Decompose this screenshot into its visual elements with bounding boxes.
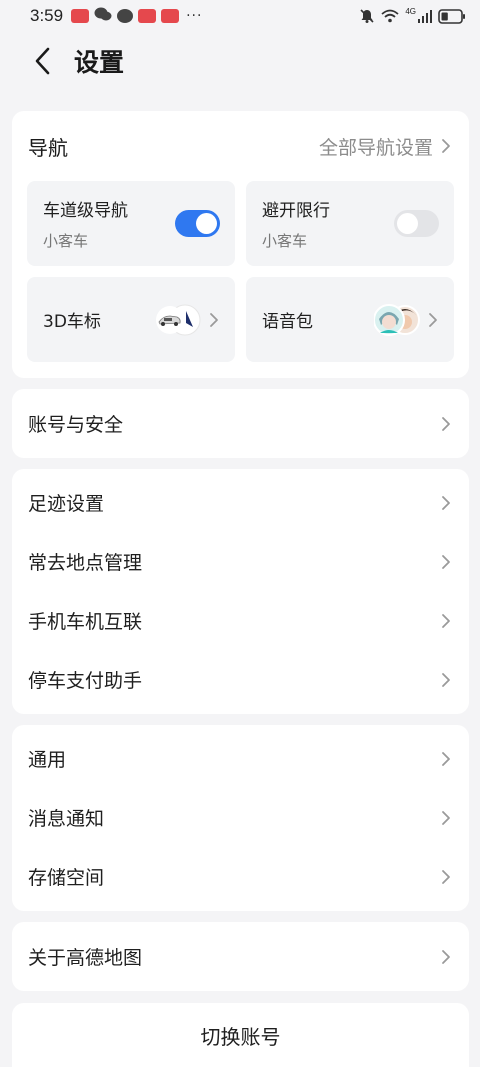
chevron-right-icon: [442, 554, 450, 569]
navigation-tiles: 车道级导航 小客车 避开限行 小客车 3D车标 语音包: [12, 181, 469, 362]
chevron-right-icon: [442, 672, 450, 687]
tile-voice-pack[interactable]: 语音包: [246, 277, 454, 362]
menu-item-label: 关于高德地图: [28, 947, 143, 969]
battery-icon: [438, 8, 466, 24]
tile-sublabel: 小客车: [262, 232, 308, 250]
menu-item-label: 存储空间: [28, 867, 105, 889]
menu-item-label: 消息通知: [28, 808, 105, 830]
menu-item-phone-car-link[interactable]: 手机车机互联: [12, 591, 469, 650]
switch-account-label: 切换账号: [200, 1024, 281, 1049]
toggle-knob: [196, 213, 217, 234]
page-header: 设置: [0, 36, 480, 86]
message-icon: [117, 9, 134, 23]
chevron-right-icon: [442, 139, 450, 153]
tile-label: 3D车标: [43, 312, 101, 332]
status-time: 3:59: [30, 6, 64, 25]
all-navigation-settings-link[interactable]: 全部导航设置: [319, 133, 433, 160]
status-bar: 3:59 ··· 4G: [0, 0, 480, 32]
voice-avatar-icon: [374, 303, 420, 336]
tile-label: 车道级导航: [43, 201, 128, 221]
chevron-right-icon: [442, 613, 450, 628]
menu-item-label: 停车支付助手: [28, 670, 143, 692]
menu-item-footprint-settings[interactable]: 足迹设置: [12, 473, 469, 532]
mute-icon: [359, 8, 375, 24]
tile-lane-navigation[interactable]: 车道级导航 小客车: [27, 181, 235, 266]
chevron-right-icon: [442, 810, 450, 825]
general-card: 通用 消息通知 存储空间: [12, 725, 469, 911]
chevron-right-icon: [442, 869, 450, 884]
wechat-icon: [94, 7, 112, 26]
tile-avoid-restriction[interactable]: 避开限行 小客车: [246, 181, 454, 266]
chevron-right-icon: [210, 312, 218, 327]
toggle-knob: [397, 213, 418, 234]
car-marker-icon: [156, 304, 201, 335]
navigation-header: 导航 全部导航设置: [12, 111, 469, 181]
records-card: 足迹设置 常去地点管理 手机车机互联 停车支付助手: [12, 469, 469, 714]
menu-item-notifications[interactable]: 消息通知: [12, 788, 469, 847]
menu-item-parking-payment[interactable]: 停车支付助手: [12, 650, 469, 709]
chevron-right-icon: [442, 416, 450, 431]
tile-label: 语音包: [262, 312, 313, 332]
menu-item-frequent-places[interactable]: 常去地点管理: [12, 532, 469, 591]
account-card: 账号与安全: [12, 389, 469, 458]
menu-item-label: 通用: [28, 749, 67, 771]
menu-item-label: 手机车机互联: [28, 611, 143, 633]
more-notifications-icon: ···: [186, 8, 203, 24]
tile-3d-car-marker[interactable]: 3D车标: [27, 277, 235, 362]
app-icon: [71, 9, 90, 23]
menu-item-label: 账号与安全: [28, 414, 124, 436]
menu-item-storage[interactable]: 存储空间: [12, 847, 469, 906]
notification-icons: ···: [71, 7, 202, 26]
menu-item-label: 常去地点管理: [28, 552, 143, 574]
tile-label: 避开限行: [262, 201, 330, 221]
app-icon: [138, 9, 157, 23]
chevron-left-icon: [35, 47, 50, 75]
lane-navigation-toggle[interactable]: [175, 210, 220, 237]
chevron-right-icon: [429, 312, 437, 327]
page-title: 设置: [74, 48, 125, 77]
about-card: 关于高德地图: [12, 922, 469, 991]
navigation-title: 导航: [28, 135, 68, 160]
signal-icon: [418, 9, 432, 23]
chevron-right-icon: [442, 495, 450, 510]
menu-item-about[interactable]: 关于高德地图: [12, 922, 469, 991]
chevron-right-icon: [442, 751, 450, 766]
wifi-icon: [381, 9, 399, 23]
back-button[interactable]: [24, 41, 60, 81]
system-icons: 4G: [359, 6, 466, 24]
menu-item-general[interactable]: 通用: [12, 729, 469, 788]
app-icon: [161, 9, 180, 23]
menu-item-account-security[interactable]: 账号与安全: [12, 389, 469, 458]
chevron-right-icon: [442, 949, 450, 964]
navigation-card: 导航 全部导航设置 车道级导航 小客车 避开限行 小客车 3D车标 语音包: [12, 111, 469, 378]
switch-account-button[interactable]: 切换账号: [12, 1003, 469, 1067]
tile-sublabel: 小客车: [43, 232, 89, 250]
menu-item-label: 足迹设置: [28, 493, 105, 515]
network-type-label: 4G: [405, 6, 416, 16]
avoid-restriction-toggle[interactable]: [394, 210, 439, 237]
